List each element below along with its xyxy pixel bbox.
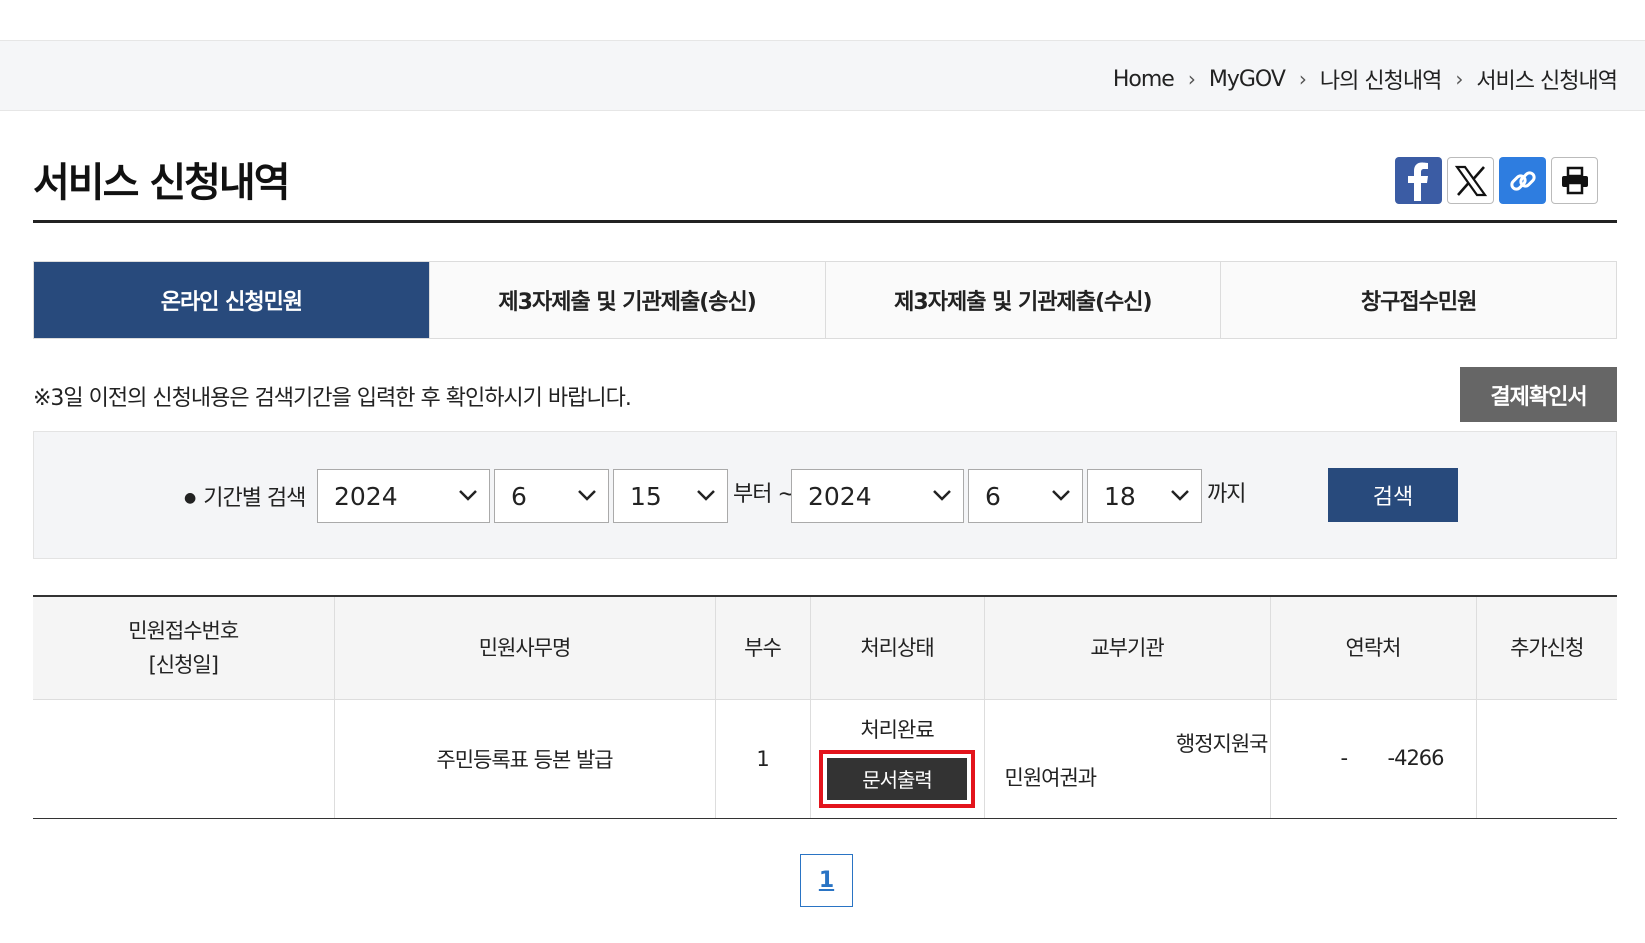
- breadcrumb-my-applications[interactable]: 나의 신청내역: [1320, 63, 1442, 95]
- agency-line-2: 민원여권과: [1004, 765, 1098, 790]
- tab-third-party-received[interactable]: 제3자제출 및 기관제출(수신): [824, 262, 1221, 338]
- contact-number: -4266: [1387, 745, 1445, 770]
- payment-receipt-button[interactable]: 결제확인서: [1460, 367, 1617, 422]
- table-row: 주민등록표 등본 발급 1 처리완료 문서출력 행정지원국 민원여권과 - -4…: [33, 699, 1617, 819]
- chevron-right-icon: ›: [1455, 67, 1463, 91]
- cell-copies: 1: [714, 699, 810, 819]
- contact-prefix: -: [1340, 745, 1349, 770]
- chevron-down-icon: [933, 490, 951, 501]
- x-share-button[interactable]: [1447, 157, 1494, 204]
- facebook-icon: [1407, 162, 1428, 201]
- from-month-select[interactable]: 6: [494, 469, 609, 523]
- page-title: 서비스 신청내역: [33, 160, 291, 206]
- share-toolbar: [1395, 157, 1598, 204]
- header-receipt-number: 민원접수번호 [신청일]: [33, 595, 334, 700]
- to-year-select[interactable]: 2024: [791, 469, 964, 523]
- cell-contact: - -4266: [1269, 699, 1476, 819]
- to-month-select[interactable]: 6: [968, 469, 1083, 523]
- from-year-select[interactable]: 2024: [317, 469, 490, 523]
- table-header-row: 민원접수번호 [신청일] 민원사무명 부수 처리상태 교부기관 연락처 추가신청: [33, 595, 1617, 700]
- bullet-icon: ●: [184, 490, 196, 506]
- agency-line-1: 행정지원국: [1175, 731, 1269, 756]
- print-document-button[interactable]: 문서출력: [827, 757, 967, 800]
- tab-third-party-sent[interactable]: 제3자제출 및 기관제출(송신): [428, 262, 825, 338]
- header-status: 처리상태: [809, 595, 984, 700]
- chevron-down-icon: [697, 490, 715, 501]
- link-copy-icon: [1509, 170, 1536, 191]
- copy-link-button[interactable]: [1499, 157, 1546, 204]
- cell-service-name: 주민등록표 등본 발급: [333, 699, 715, 819]
- from-day-select[interactable]: 15: [613, 469, 728, 523]
- to-suffix: 까지: [1207, 482, 1246, 507]
- x-twitter-icon: [1454, 165, 1487, 196]
- header-contact: 연락처: [1269, 595, 1476, 700]
- search-button[interactable]: 검색: [1328, 468, 1458, 522]
- search-notice: ※3일 이전의 신청내용은 검색기간을 입력한 후 확인하시기 바랍니다.: [33, 386, 632, 411]
- header-issuing-agency: 교부기관: [983, 595, 1270, 700]
- application-tabs: 온라인 신청민원 제3자제출 및 기관제출(송신) 제3자제출 및 기관제출(수…: [33, 261, 1617, 339]
- print-button[interactable]: [1551, 157, 1598, 204]
- page-link-current[interactable]: 1: [800, 854, 853, 907]
- cell-status: 처리완료 문서출력: [809, 699, 984, 819]
- from-suffix: 부터 ~: [733, 482, 796, 507]
- header-additional-request: 추가신청: [1475, 595, 1617, 700]
- breadcrumb-home[interactable]: Home: [1113, 67, 1175, 92]
- cell-receipt-number: [33, 699, 334, 819]
- chevron-right-icon: ›: [1187, 67, 1196, 91]
- chevron-down-icon: [459, 490, 477, 501]
- facebook-share-button[interactable]: [1395, 157, 1442, 204]
- tab-online-applications[interactable]: 온라인 신청민원: [34, 262, 429, 338]
- period-search-box: ● 기간별 검색 2024 6 15 부터 ~ 2024 6 18 까지 검색: [33, 431, 1617, 559]
- breadcrumb: Home › MyGOV › 나의 신청내역 › 서비스 신청내역: [1113, 63, 1618, 95]
- chevron-down-icon: [578, 490, 596, 501]
- title-divider: [33, 220, 1617, 223]
- applications-table: 민원접수번호 [신청일] 민원사무명 부수 처리상태 교부기관 연락처 추가신청…: [33, 595, 1617, 819]
- cell-issuing-agency: 행정지원국 민원여권과: [983, 699, 1270, 819]
- breadcrumb-current: 서비스 신청내역: [1476, 69, 1618, 94]
- header-copies: 부수: [714, 595, 810, 700]
- top-bar: Home › MyGOV › 나의 신청내역 › 서비스 신청내역: [0, 40, 1645, 111]
- cell-additional-request: [1475, 699, 1617, 819]
- highlight-box: 문서출력: [819, 749, 975, 808]
- header-service-name: 민원사무명: [333, 595, 715, 700]
- to-day-select[interactable]: 18: [1087, 469, 1202, 523]
- chevron-down-icon: [1171, 490, 1189, 501]
- status-text: 처리완료: [860, 717, 934, 742]
- breadcrumb-mygov[interactable]: MyGOV: [1209, 67, 1286, 92]
- chevron-right-icon: ›: [1298, 67, 1307, 91]
- tab-counter-applications[interactable]: 창구접수민원: [1220, 262, 1616, 338]
- chevron-down-icon: [1052, 490, 1070, 501]
- print-icon: [1561, 166, 1588, 194]
- search-label: ● 기간별 검색: [184, 486, 306, 511]
